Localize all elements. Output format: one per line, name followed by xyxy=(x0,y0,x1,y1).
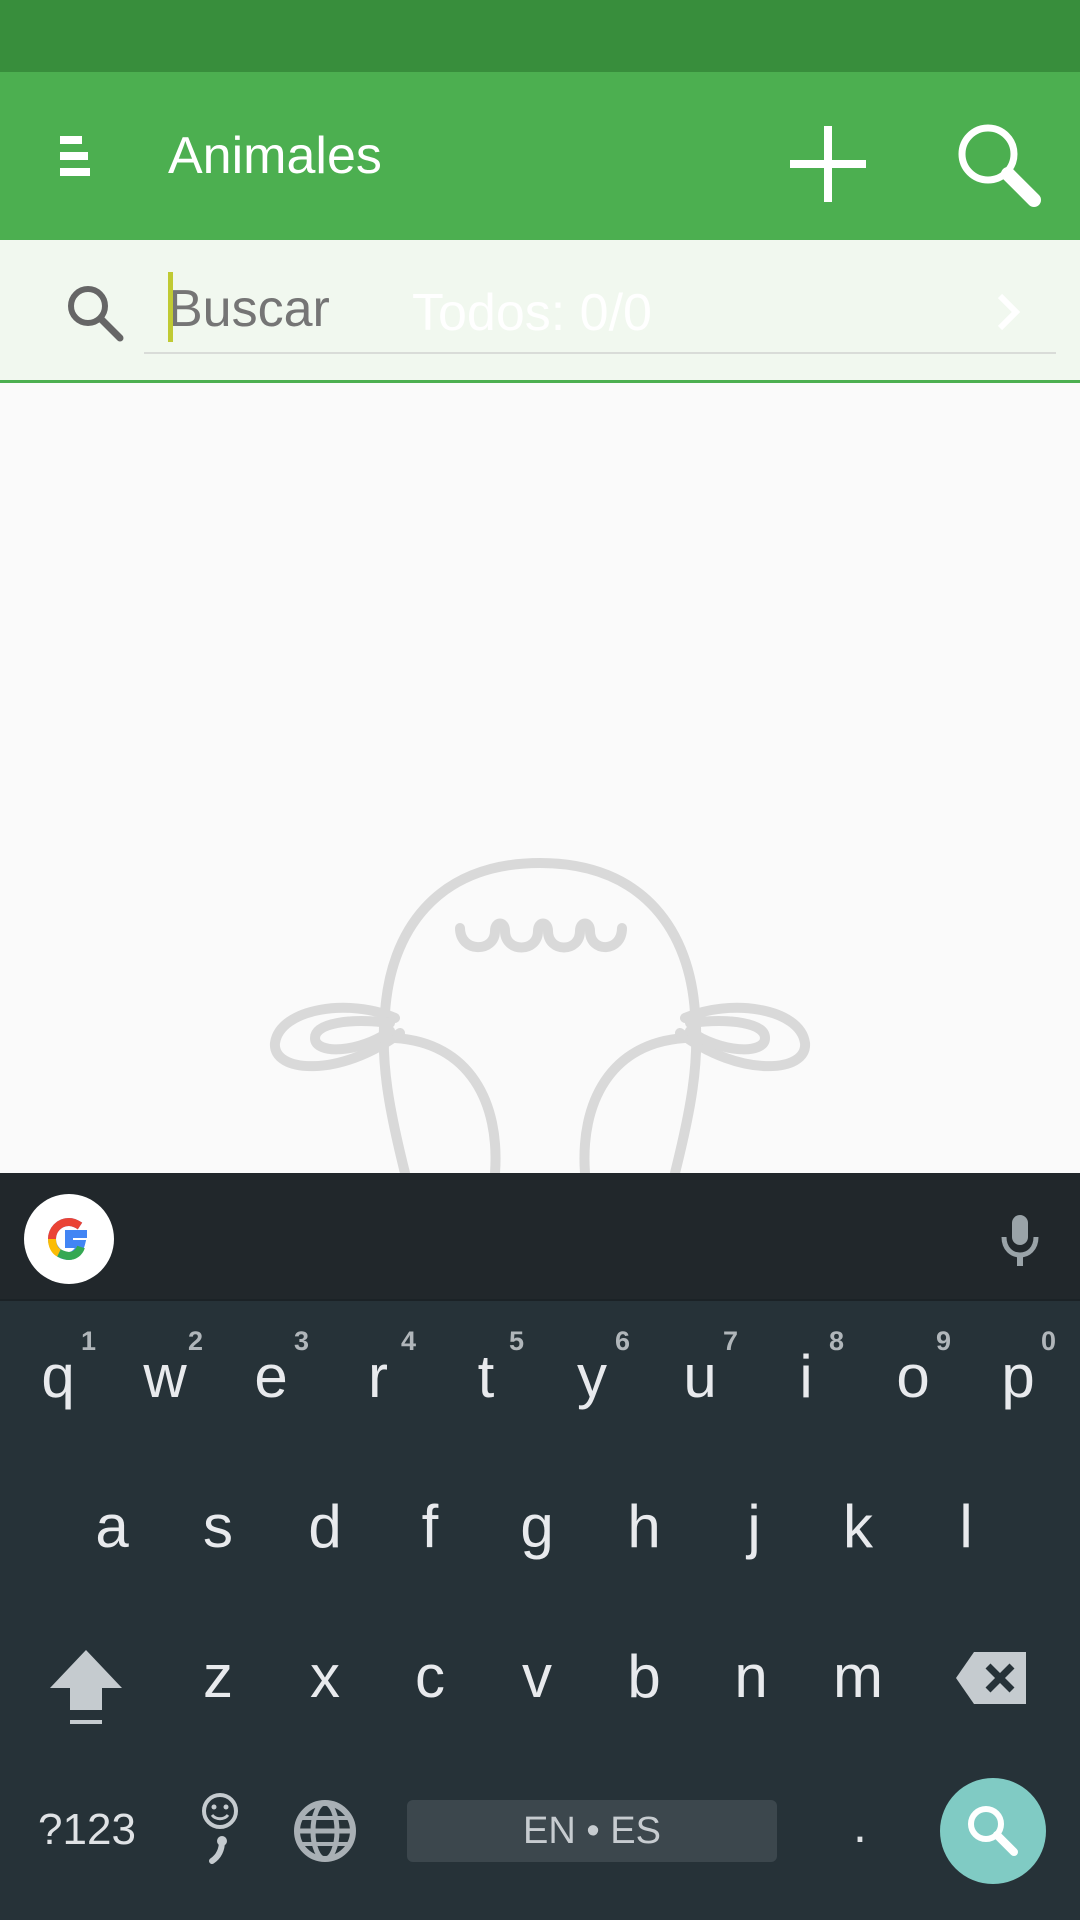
key-n[interactable]: n xyxy=(701,1622,801,1742)
search-bar: Todos: 0/0 xyxy=(0,240,1080,383)
status-bar xyxy=(0,0,1080,72)
chevron-right-icon[interactable] xyxy=(980,284,1036,340)
key-e[interactable]: 3e xyxy=(221,1322,321,1442)
symbols-key[interactable]: ?123 xyxy=(22,1795,152,1865)
emoji-key[interactable] xyxy=(184,1785,256,1875)
add-button[interactable] xyxy=(780,116,876,212)
empty-state xyxy=(0,383,1080,1173)
key-v[interactable]: v xyxy=(487,1622,587,1742)
results-count: Todos: 0/0 xyxy=(412,284,652,342)
key-q[interactable]: 1q xyxy=(8,1322,108,1442)
microphone-icon xyxy=(1001,1215,1039,1266)
key-h[interactable]: h xyxy=(594,1472,694,1592)
menu-icon-line xyxy=(60,168,90,176)
key-o[interactable]: 9o xyxy=(863,1322,963,1442)
search-action-key[interactable] xyxy=(940,1778,1046,1884)
key-s[interactable]: s xyxy=(168,1472,268,1592)
search-button[interactable] xyxy=(950,116,1046,212)
shift-key[interactable] xyxy=(44,1644,128,1728)
key-f[interactable]: f xyxy=(380,1472,480,1592)
key-a[interactable]: a xyxy=(62,1472,162,1592)
language-key[interactable] xyxy=(290,1796,360,1866)
key-u[interactable]: 7u xyxy=(650,1322,750,1442)
menu-button[interactable] xyxy=(40,116,110,196)
search-icon xyxy=(958,124,1041,207)
backspace-key[interactable] xyxy=(954,1648,1030,1708)
key-j[interactable]: j xyxy=(704,1472,804,1592)
google-icon[interactable] xyxy=(24,1194,114,1284)
key-g[interactable]: g xyxy=(487,1472,587,1592)
key-y[interactable]: 6y xyxy=(542,1322,642,1442)
globe-icon xyxy=(294,1800,356,1862)
menu-icon-line xyxy=(60,152,88,160)
shift-arrow-icon xyxy=(50,1650,122,1724)
google-logo-icon xyxy=(47,1217,87,1261)
search-icon xyxy=(968,1806,1018,1856)
key-l[interactable]: l xyxy=(916,1472,1016,1592)
key-t[interactable]: 5t xyxy=(436,1322,536,1442)
cow-illustration xyxy=(270,857,810,1173)
key-w[interactable]: 2w xyxy=(115,1322,215,1442)
key-x[interactable]: x xyxy=(275,1622,375,1742)
key-c[interactable]: c xyxy=(380,1622,480,1742)
key-d[interactable]: d xyxy=(275,1472,375,1592)
menu-icon-line xyxy=(60,136,82,144)
text-cursor xyxy=(168,272,173,342)
period-key[interactable]: . xyxy=(835,1790,885,1870)
key-p[interactable]: 0p xyxy=(968,1322,1068,1442)
emoji-icon xyxy=(202,1793,238,1864)
backspace-icon xyxy=(956,1652,1026,1704)
key-k[interactable]: k xyxy=(808,1472,908,1592)
key-m[interactable]: m xyxy=(808,1622,908,1742)
page-title: Animales xyxy=(168,127,382,185)
space-key[interactable]: EN • ES xyxy=(407,1800,777,1862)
microphone-button[interactable] xyxy=(990,1209,1050,1269)
key-i[interactable]: 8i xyxy=(756,1322,856,1442)
plus-icon xyxy=(790,126,866,202)
app-bar: Animales xyxy=(0,72,1080,240)
search-field[interactable]: Todos: 0/0 xyxy=(144,270,1056,354)
suggestion-bar xyxy=(0,1173,1080,1301)
key-b[interactable]: b xyxy=(594,1622,694,1742)
search-icon xyxy=(68,286,124,342)
key-r[interactable]: 4r xyxy=(328,1322,428,1442)
key-z[interactable]: z xyxy=(168,1622,268,1742)
